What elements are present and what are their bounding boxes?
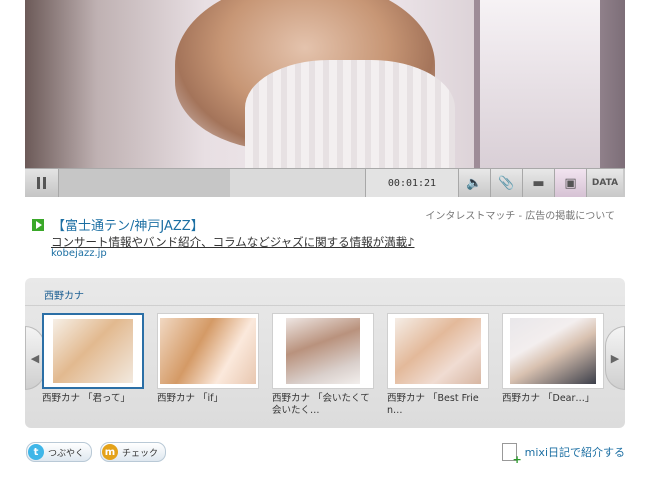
carousel-items: 西野カナ 「君って」 西野カナ 「if」 西野カナ 「会いたくて 会いたく… 西… [42,313,604,417]
speaker-icon: 🔈 [466,175,483,191]
volume-button[interactable]: 🔈 [459,169,491,197]
video-caption[interactable]: 西野カナ 「君って」 [42,393,144,405]
player-controls: 00:01:21 🔈 📎 ▬ ▣ DATA [25,168,625,197]
video-thumbnail[interactable] [387,313,489,389]
mixi-diary-link[interactable]: mixi日記で紹介する [501,443,625,466]
carousel-item[interactable]: 西野カナ 「会いたくて 会いたく… [272,313,374,417]
mixi-check-button[interactable]: m チェック [100,442,167,462]
video-thumbnail[interactable] [157,313,259,389]
seek-bar-played [59,169,231,197]
thumbnail-image [395,318,481,384]
artist-name[interactable]: 西野カナ [44,287,84,302]
check-label: チェック [122,448,159,459]
carousel-item[interactable]: 西野カナ 「Dear…」 [502,313,604,417]
thumbnail-image [52,319,134,383]
video-thumbnail[interactable] [272,313,374,389]
video-caption[interactable]: 西野カナ 「Best Frien… [387,393,489,417]
diary-add-icon [501,443,522,466]
paperclip-icon: 📎 [498,175,515,191]
carousel-item[interactable]: 西野カナ 「Best Frien… [387,313,489,417]
video-caption[interactable]: 西野カナ 「会いたくて 会いたく… [272,393,374,417]
ad-url[interactable]: kobejazz.jp [51,248,107,259]
video-caption[interactable]: 西野カナ 「Dear…」 [502,393,604,405]
carousel-item[interactable]: 西野カナ 「君って」 [42,313,144,417]
carousel-header: 西野カナ [25,278,625,306]
twitter-icon: t [28,444,44,460]
video-thumbnail[interactable] [502,313,604,389]
mixi-check-icon: m [102,444,119,460]
mixi-diary-label[interactable]: mixi日記で紹介する [525,444,625,460]
seek-bar[interactable] [59,169,366,197]
embed-button[interactable]: 📎 [491,169,523,197]
share-buttons: t つぶやく m チェック [26,442,167,462]
fullscreen-button[interactable]: ▣ [555,169,587,197]
fullscreen-icon: ▣ [564,175,577,191]
carousel-next-button[interactable]: ▶ [605,326,625,390]
video-subject-sweater [245,60,455,168]
play-arrow-icon [32,218,44,231]
right-arrow-icon: ▶ [610,351,620,365]
thumbnail-image [160,318,256,384]
wide-mode-button[interactable]: ▬ [523,169,555,197]
wide-screen-icon: ▬ [532,175,545,191]
tweet-button[interactable]: t つぶやく [26,442,93,462]
ad-info-link[interactable]: インタレストマッチ - 広告の掲載について [425,207,615,222]
ad-title-row[interactable]: 【富士通テン/神戸JAZZ】 [32,215,204,234]
left-arrow-icon: ◀ [30,351,40,365]
artist-video-carousel: 西野カナ ◀ ▶ 西野カナ 「君って」 西野カナ 「if」 西野カナ 「会いたく… [25,278,625,428]
ad-title[interactable]: 【富士通テン/神戸JAZZ】 [52,215,204,234]
carousel-item[interactable]: 西野カナ 「if」 [157,313,259,417]
tweet-label: つぶやく [48,448,85,459]
pause-icon [37,177,40,189]
video-thumbnail[interactable] [42,313,144,389]
thumbnail-image [510,318,596,384]
video-frame[interactable] [25,0,625,168]
data-button[interactable]: DATA [587,169,623,197]
time-display: 00:01:21 [366,169,459,197]
video-caption[interactable]: 西野カナ 「if」 [157,393,259,405]
video-window-background [474,0,600,168]
thumbnail-image [286,318,360,384]
pause-button[interactable] [25,169,59,197]
